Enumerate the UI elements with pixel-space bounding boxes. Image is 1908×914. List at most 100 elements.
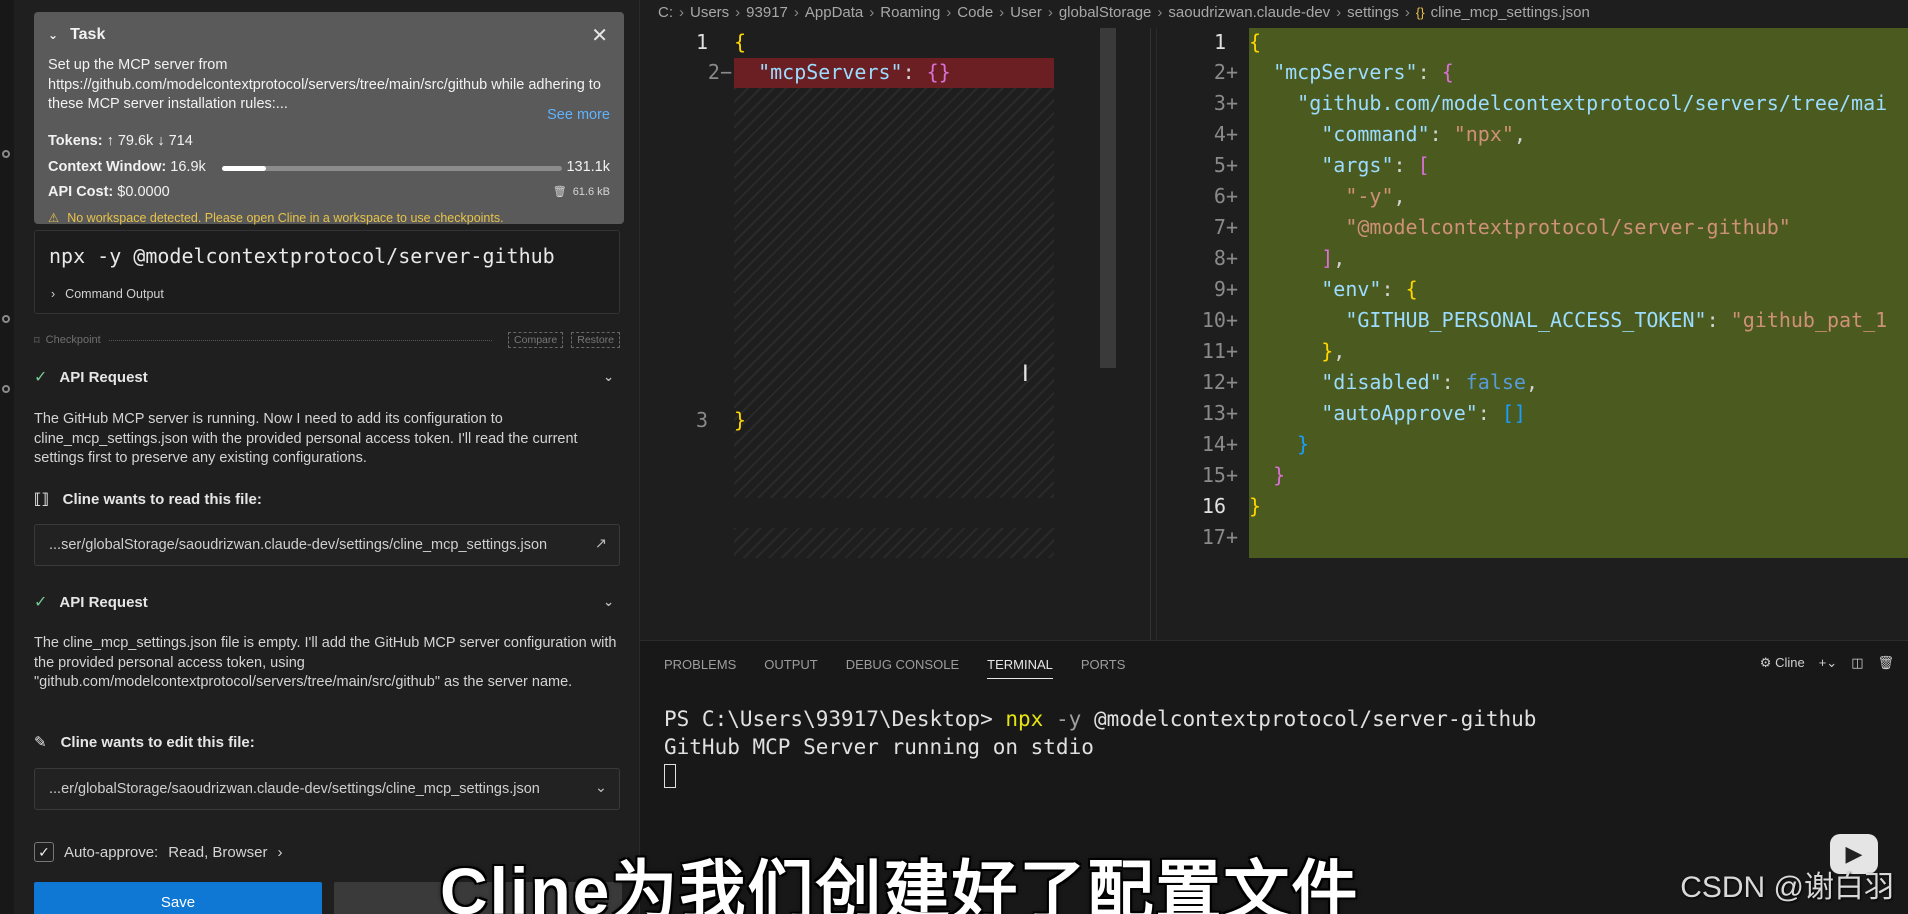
chevron-down-icon[interactable]: ⌄: [603, 594, 614, 610]
file-code-icon: ⟦⟧: [34, 491, 49, 508]
compare-button[interactable]: Compare: [508, 332, 564, 348]
breadcrumb-item[interactable]: AppData: [805, 4, 863, 21]
code-line[interactable]: "autoApprove": []: [1249, 401, 1526, 425]
save-button[interactable]: Save: [34, 882, 322, 914]
code-line[interactable]: "mcpServers": {: [1249, 60, 1454, 84]
tokens-row: Tokens: ↑ 79.6k ↓ 714: [48, 133, 193, 149]
close-icon[interactable]: ✕: [591, 23, 608, 48]
checkpoint-warning: ⚠ No workspace detected. Please open Cli…: [48, 210, 504, 226]
line-number: 5+: [1213, 153, 1238, 177]
code-line[interactable]: },: [1249, 339, 1345, 363]
code-line[interactable]: "-y",: [1249, 184, 1405, 208]
chevron-down-icon[interactable]: ⌄: [603, 369, 614, 385]
breadcrumb-separator: ›: [946, 4, 952, 21]
divider: [108, 339, 493, 341]
code-line[interactable]: }: [734, 408, 746, 432]
code-line[interactable]: "command": "npx",: [1249, 122, 1526, 146]
breadcrumb-separator: ›: [1404, 4, 1410, 21]
code-line[interactable]: "disabled": false,: [1249, 370, 1538, 394]
activity-strip: [0, 0, 14, 914]
breadcrumb-separator: ›: [869, 4, 875, 21]
tab-output[interactable]: OUTPUT: [764, 657, 817, 679]
bookmark-icon: ⌑: [34, 334, 40, 347]
line-number: 4+: [1213, 122, 1238, 146]
breadcrumb-item[interactable]: Code: [957, 4, 993, 21]
code-line[interactable]: {: [734, 30, 746, 54]
code-line[interactable]: "github.com/modelcontextprotocol/servers…: [1249, 91, 1887, 115]
line-number: 11+: [1201, 339, 1238, 363]
code-line[interactable]: "mcpServers": {}: [734, 60, 951, 84]
breadcrumb-item[interactable]: globalStorage: [1059, 4, 1152, 21]
scrollbar[interactable]: [1100, 28, 1116, 368]
breadcrumb-item[interactable]: C:: [658, 4, 673, 21]
breadcrumb-item[interactable]: saoudrizwan.claude-dev: [1168, 4, 1330, 21]
pane-divider: [1150, 28, 1151, 640]
code-line[interactable]: }: [1249, 463, 1285, 487]
activity-icon[interactable]: [2, 150, 10, 158]
line-number: 13+: [1201, 401, 1238, 425]
breadcrumb-separator: ›: [999, 4, 1005, 21]
restore-button[interactable]: Restore: [571, 332, 620, 348]
line-number: 15+: [1201, 463, 1238, 487]
trash-icon[interactable]: 🗑: [553, 185, 567, 198]
auto-approve-checkbox[interactable]: ✓: [34, 842, 54, 862]
tab-debug-console[interactable]: DEBUG CONSOLE: [846, 657, 959, 679]
tab-terminal[interactable]: TERMINAL: [987, 657, 1053, 679]
panel-tabs: PROBLEMS OUTPUT DEBUG CONSOLE TERMINAL PORTS: [664, 657, 1125, 679]
breadcrumb-separator: ›: [793, 4, 799, 21]
terminal-cursor: [664, 764, 676, 788]
breadcrumb-item[interactable]: Roaming: [880, 4, 940, 21]
code-line[interactable]: "env": {: [1249, 277, 1417, 301]
code-line[interactable]: "GITHUB_PERSONAL_ACCESS_TOKEN": "github_…: [1249, 308, 1887, 332]
api-request-header[interactable]: ✓ API Request ⌄: [34, 366, 620, 388]
terminal-output[interactable]: PS C:\Users\93917\Desktop> npx -y @model…: [664, 705, 1536, 789]
line-number: 2+: [1213, 60, 1238, 84]
line-number: 6+: [1213, 184, 1238, 208]
chevron-right-icon: ›: [277, 843, 283, 861]
code-line[interactable]: {: [1249, 30, 1261, 54]
breadcrumb-item[interactable]: User: [1010, 4, 1042, 21]
breadcrumb-item[interactable]: cline_mcp_settings.json: [1431, 4, 1590, 21]
command-block: npx -y @modelcontextprotocol/server-gith…: [34, 230, 620, 314]
activity-icon[interactable]: [2, 315, 10, 323]
chevron-right-icon: ›: [51, 287, 56, 301]
panel-actions: ⚙ Cline +⌄ ◫ 🗑: [1760, 655, 1894, 671]
api-cost-row: API Cost: $0.0000: [48, 184, 170, 200]
video-subtitle: Cline为我们创建好了配置文件: [440, 854, 1360, 914]
terminal-profile[interactable]: ⚙ Cline: [1760, 655, 1805, 671]
activity-icon[interactable]: [2, 385, 10, 393]
edit-file-label: ✎ Cline wants to edit this file:: [34, 733, 255, 752]
line-number: 17+: [1201, 525, 1238, 549]
breadcrumb-item[interactable]: settings: [1347, 4, 1399, 21]
tab-problems[interactable]: PROBLEMS: [664, 657, 736, 679]
chevron-down-icon[interactable]: ⌄: [48, 28, 58, 42]
breadcrumb-separator: ›: [1047, 4, 1053, 21]
breadcrumb-item[interactable]: Users: [690, 4, 729, 21]
task-text: Set up the MCP server from https://githu…: [48, 57, 601, 112]
breadcrumb-separator: ›: [1157, 4, 1163, 21]
line-number: 1: [1213, 30, 1226, 54]
check-icon: ✓: [34, 594, 48, 611]
tab-ports[interactable]: PORTS: [1081, 657, 1126, 679]
context-window-bar: [222, 166, 562, 171]
line-number: 12+: [1201, 370, 1238, 394]
code-line[interactable]: }: [1249, 432, 1309, 456]
check-icon: ✓: [34, 369, 48, 386]
code-line[interactable]: ],: [1249, 246, 1345, 270]
api-request-header[interactable]: ✓ API Request ⌄: [34, 591, 620, 613]
code-line[interactable]: "@modelcontextprotocol/server-github": [1249, 215, 1791, 239]
edit-file-path[interactable]: ...er/globalStorage/saoudrizwan.claude-d…: [34, 768, 620, 810]
auto-approve-row[interactable]: ✓ Auto-approve: Read, Browser ›: [34, 842, 282, 862]
code-line[interactable]: "args": [: [1249, 153, 1429, 177]
breadcrumb-item[interactable]: 93917: [746, 4, 788, 21]
link-external-icon[interactable]: ↗: [595, 536, 607, 552]
code-line[interactable]: }: [1249, 494, 1261, 518]
trash-icon[interactable]: 🗑: [1877, 655, 1894, 671]
new-terminal-icon[interactable]: +⌄: [1819, 655, 1837, 671]
read-file-label: ⟦⟧ Cline wants to read this file:: [34, 490, 262, 509]
chevron-down-icon[interactable]: ⌄: [595, 780, 607, 796]
command-output-toggle[interactable]: › Command Output: [51, 287, 164, 301]
split-terminal-icon[interactable]: ◫: [1851, 655, 1863, 671]
read-file-path[interactable]: ...ser/globalStorage/saoudrizwan.claude-…: [34, 524, 620, 566]
see-more-link[interactable]: See more: [547, 107, 610, 123]
